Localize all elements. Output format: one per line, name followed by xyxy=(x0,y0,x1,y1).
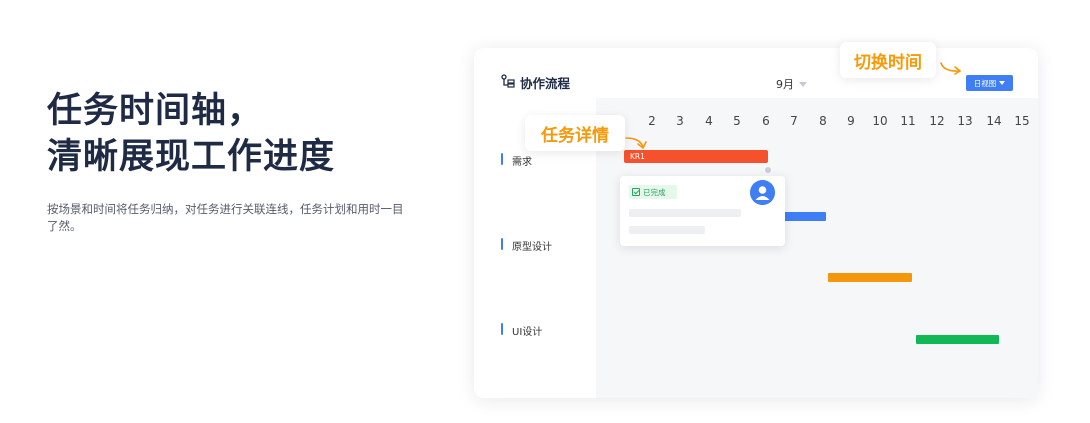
day-label: 14 xyxy=(986,114,1002,128)
task-bar-ui-design[interactable] xyxy=(916,335,999,344)
gantt-title: 协作流程 xyxy=(520,76,571,91)
row-marker xyxy=(501,238,503,250)
hero-title-line1: 任务时间轴， xyxy=(47,91,264,131)
day-label: 5 xyxy=(733,114,741,128)
view-switch-label: 日视图 xyxy=(973,78,997,88)
row-label-requirements[interactable]: 需求 xyxy=(512,153,532,168)
day-label: 12 xyxy=(929,114,945,128)
day-label: 3 xyxy=(676,114,684,128)
arrow-icon xyxy=(625,137,647,149)
day-label: 11 xyxy=(900,114,916,128)
day-label: 10 xyxy=(872,114,888,128)
hero-description: 按场景和时间将任务归纳，对任务进行关联连线，任务计划和用时一目了然。 xyxy=(47,202,404,233)
check-icon xyxy=(632,188,640,196)
day-label: 9 xyxy=(847,114,855,128)
day-label: 15 xyxy=(1014,114,1030,128)
row-marker xyxy=(501,153,503,165)
avatar xyxy=(750,180,775,205)
day-label: 8 xyxy=(819,114,827,128)
chevron-down-icon xyxy=(999,81,1006,85)
row-marker xyxy=(501,323,503,335)
hero-title-line2: 清晰展现工作进度 xyxy=(47,137,336,177)
callout-task-detail: 任务详情 xyxy=(525,115,625,151)
callout-switch-view: 切换时间 xyxy=(840,42,936,78)
placeholder-line xyxy=(629,226,705,234)
link-handle[interactable] xyxy=(765,167,771,173)
day-label: 4 xyxy=(705,114,713,128)
task-bar-label: KR1 xyxy=(630,152,645,161)
day-label: 6 xyxy=(762,114,770,128)
status-badge: 已完成 xyxy=(629,185,677,199)
timeline-grid xyxy=(596,98,1038,398)
row-label-ui-design[interactable]: UI设计 xyxy=(512,323,542,338)
day-label: 2 xyxy=(648,114,656,128)
status-text: 已完成 xyxy=(643,187,666,197)
view-switch-button[interactable]: 日视图 xyxy=(966,75,1013,91)
placeholder-line xyxy=(629,209,741,217)
gantt-card: 协作流程 9月 日视图 需求 原型设计 UI设计 2 3 4 5 6 7 8 9… xyxy=(474,48,1038,398)
task-bar-prototype[interactable] xyxy=(828,273,912,282)
month-selector[interactable]: 9月 xyxy=(776,76,794,92)
chevron-down-icon[interactable] xyxy=(799,82,807,87)
day-label: 13 xyxy=(957,114,973,128)
hero-title: 任务时间轴， 清晰展现工作进度 xyxy=(47,88,335,180)
arrow-icon xyxy=(940,62,961,75)
row-label-prototype[interactable]: 原型设计 xyxy=(512,238,552,253)
flow-icon xyxy=(501,74,515,88)
day-label: 7 xyxy=(790,114,798,128)
